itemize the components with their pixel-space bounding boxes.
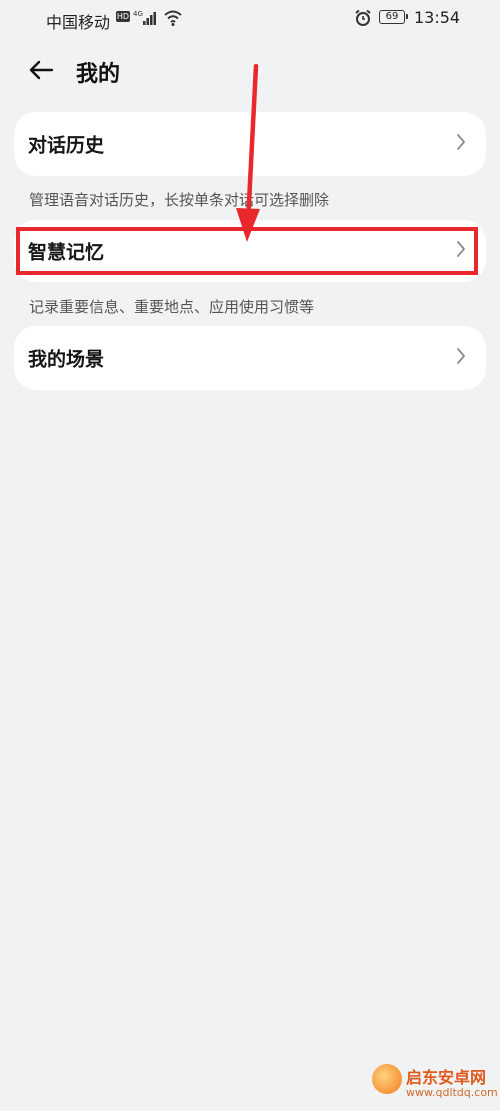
- annotation-arrow-icon: [230, 62, 270, 252]
- menu-item-label: 对话历史: [28, 134, 105, 157]
- hd-icon: HD: [116, 11, 130, 22]
- chevron-right-icon: [456, 347, 466, 369]
- status-bar: 中国移动 HD 4G 69 13:54: [0, 0, 500, 38]
- menu-item-note: 记录重要信息、重要地点、应用使用习惯等: [29, 298, 315, 316]
- network-type-label: 4G: [133, 10, 143, 18]
- back-arrow-icon[interactable]: [28, 58, 54, 86]
- signal-icon: 4G: [133, 9, 157, 31]
- menu-item-note: 管理语音对话历史，长按单条对话可选择删除: [29, 191, 330, 209]
- menu-item-label: 我的场景: [28, 348, 105, 371]
- carrier-name: 中国移动: [46, 13, 111, 32]
- watermark-logo-icon: [372, 1064, 402, 1094]
- watermark: 启东安卓网 www.qdltdq.com: [366, 1052, 500, 1111]
- alarm-icon: [354, 9, 372, 31]
- menu-item-my-scenes[interactable]: 我的场景: [14, 326, 486, 390]
- battery-icon: 69: [379, 10, 408, 24]
- chevron-right-icon: [456, 133, 466, 155]
- clock-time: 13:54: [414, 8, 461, 27]
- wifi-icon: [163, 9, 183, 31]
- watermark-url: www.qdltdq.com: [406, 1086, 498, 1099]
- page-title: 我的: [76, 62, 121, 87]
- watermark-title: 启东安卓网: [406, 1068, 487, 1087]
